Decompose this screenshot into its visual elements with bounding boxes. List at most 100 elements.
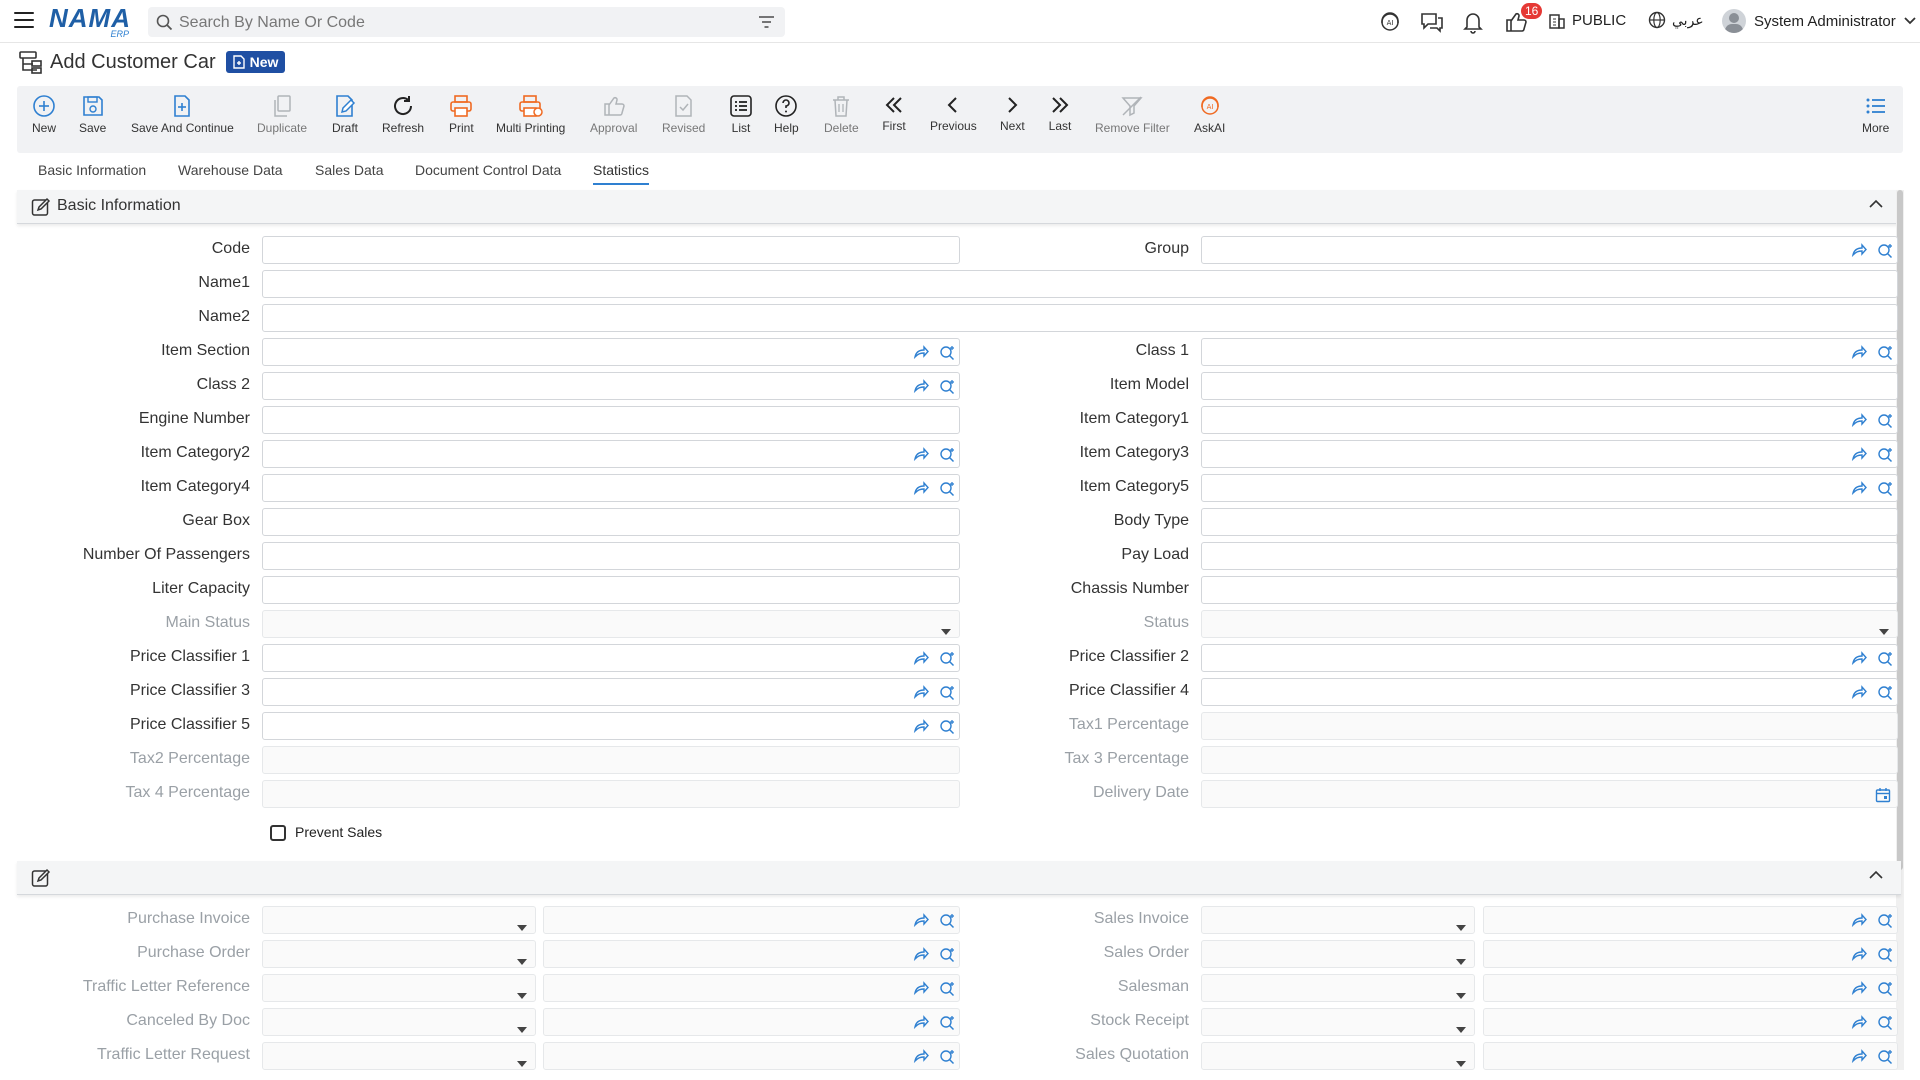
gear-box-input[interactable] <box>262 508 960 536</box>
new-button[interactable]: New <box>32 94 56 135</box>
canceled-by-doc-type-select[interactable] <box>262 1008 536 1036</box>
lookup-search-icon[interactable] <box>939 685 955 706</box>
tax4-percentage-input[interactable] <box>262 780 960 808</box>
lookup-search-icon[interactable] <box>1877 1015 1893 1036</box>
price-classifier-5-input[interactable] <box>262 712 960 740</box>
remove-filter-button[interactable]: Remove Filter <box>1095 94 1170 135</box>
open-link-icon[interactable] <box>913 1015 929 1034</box>
item-category5-input[interactable] <box>1201 474 1898 502</box>
first-button[interactable]: First <box>882 94 906 133</box>
open-link-icon[interactable] <box>1851 913 1867 932</box>
tab-sales-data[interactable]: Sales Data <box>315 162 383 178</box>
item-category4-input[interactable] <box>262 474 960 502</box>
salesman-type-select[interactable] <box>1201 974 1475 1002</box>
tax1-percentage-input[interactable] <box>1201 712 1898 740</box>
sales-invoice-type-select[interactable] <box>1201 906 1475 934</box>
chevron-up-icon[interactable] <box>1869 870 1883 880</box>
stock-receipt-type-select[interactable] <box>1201 1008 1475 1036</box>
sales-order-type-select[interactable] <box>1201 940 1475 968</box>
open-link-icon[interactable] <box>913 685 929 704</box>
save-button[interactable]: Save <box>79 94 106 135</box>
open-link-icon[interactable] <box>913 345 929 364</box>
chat-icon[interactable] <box>1419 10 1445 34</box>
open-link-icon[interactable] <box>1851 1015 1867 1034</box>
lookup-search-icon[interactable] <box>939 345 955 366</box>
open-link-icon[interactable] <box>913 947 929 966</box>
lookup-search-icon[interactable] <box>1877 243 1893 264</box>
open-link-icon[interactable] <box>913 651 929 670</box>
lookup-search-icon[interactable] <box>1877 913 1893 934</box>
prevent-sales-checkbox[interactable] <box>270 825 286 841</box>
item-model-input[interactable] <box>1201 372 1898 400</box>
tab-statistics[interactable]: Statistics <box>593 162 650 185</box>
canceled-by-doc-input[interactable] <box>543 1008 960 1036</box>
calendar-icon[interactable] <box>1875 787 1891 808</box>
lookup-search-icon[interactable] <box>1877 345 1893 366</box>
duplicate-button[interactable]: Duplicate <box>257 94 307 135</box>
lookup-search-icon[interactable] <box>1877 447 1893 468</box>
menu-icon[interactable] <box>14 12 34 28</box>
tax2-percentage-input[interactable] <box>262 746 960 774</box>
caret-down-icon[interactable] <box>517 1054 527 1072</box>
caret-down-icon[interactable] <box>941 622 951 640</box>
price-classifier-3-input[interactable] <box>262 678 960 706</box>
item-category1-input[interactable] <box>1201 406 1898 434</box>
lookup-search-icon[interactable] <box>1877 413 1893 434</box>
lookup-search-icon[interactable] <box>1877 981 1893 1002</box>
traffic-letter-request-input[interactable] <box>543 1042 960 1070</box>
company-selector[interactable]: PUBLIC <box>1548 11 1626 29</box>
open-link-icon[interactable] <box>913 719 929 738</box>
open-link-icon[interactable] <box>1851 947 1867 966</box>
class2-input[interactable] <box>262 372 960 400</box>
last-button[interactable]: Last <box>1048 94 1072 133</box>
chevron-up-icon[interactable] <box>1869 199 1883 209</box>
help-button[interactable]: Help <box>774 94 799 135</box>
caret-down-icon[interactable] <box>1456 986 1466 1004</box>
tab-document-control-data[interactable]: Document Control Data <box>415 162 561 178</box>
engine-number-input[interactable] <box>262 406 960 434</box>
open-link-icon[interactable] <box>913 1049 929 1068</box>
lookup-search-icon[interactable] <box>939 947 955 968</box>
open-link-icon[interactable] <box>1851 413 1867 432</box>
askai-button[interactable]: AI AskAI <box>1194 94 1225 135</box>
lookup-search-icon[interactable] <box>939 1049 955 1070</box>
tab-basic-information[interactable]: Basic Information <box>38 162 146 178</box>
traffic-letter-reference-input[interactable] <box>543 974 960 1002</box>
search-bar[interactable]: Search By Name Or Code <box>148 7 785 37</box>
search-input[interactable]: Search By Name Or Code <box>179 14 365 32</box>
lookup-search-icon[interactable] <box>1877 685 1893 706</box>
open-link-icon[interactable] <box>913 379 929 398</box>
item-section-input[interactable] <box>262 338 960 366</box>
purchase-order-type-select[interactable] <box>262 940 536 968</box>
lookup-search-icon[interactable] <box>1877 947 1893 968</box>
tab-warehouse-data[interactable]: Warehouse Data <box>178 162 283 178</box>
salesman-input[interactable] <box>1483 974 1898 1002</box>
code-input[interactable] <box>262 236 960 264</box>
name1-input[interactable] <box>262 270 1898 298</box>
lookup-search-icon[interactable] <box>939 379 955 400</box>
item-category3-input[interactable] <box>1201 440 1898 468</box>
ai-support-icon[interactable]: AI <box>1378 10 1402 34</box>
caret-down-icon[interactable] <box>517 952 527 970</box>
language-switch[interactable]: عربي <box>1648 11 1704 29</box>
caret-down-icon[interactable] <box>1456 918 1466 936</box>
open-link-icon[interactable] <box>1851 685 1867 704</box>
purchase-invoice-type-select[interactable] <box>262 906 536 934</box>
lookup-search-icon[interactable] <box>939 1015 955 1036</box>
sales-order-input[interactable] <box>1483 940 1898 968</box>
purchase-invoice-input[interactable] <box>543 906 960 934</box>
lookup-search-icon[interactable] <box>939 447 955 468</box>
caret-down-icon[interactable] <box>1456 1054 1466 1072</box>
group-input[interactable] <box>1201 236 1898 264</box>
open-link-icon[interactable] <box>1851 651 1867 670</box>
draft-button[interactable]: Draft <box>332 94 358 135</box>
next-button[interactable]: Next <box>1000 94 1025 133</box>
approval-button[interactable]: Approval <box>590 94 637 135</box>
sales-quotation-type-select[interactable] <box>1201 1042 1475 1070</box>
open-link-icon[interactable] <box>1851 345 1867 364</box>
caret-down-icon[interactable] <box>517 1020 527 1038</box>
sales-quotation-input[interactable] <box>1483 1042 1898 1070</box>
caret-down-icon[interactable] <box>1456 1020 1466 1038</box>
lookup-search-icon[interactable] <box>939 481 955 502</box>
lookup-search-icon[interactable] <box>939 981 955 1002</box>
